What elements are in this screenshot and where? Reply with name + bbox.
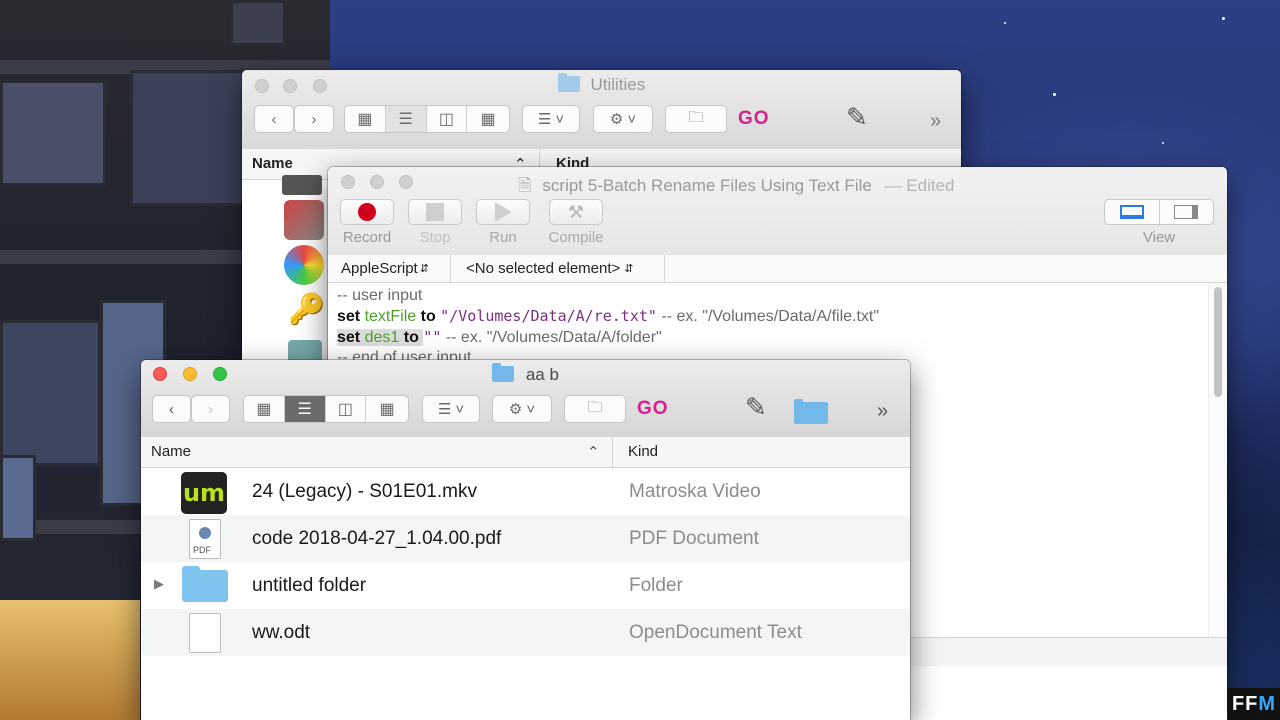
- folder-icon: [492, 363, 515, 382]
- file-kind: Folder: [629, 575, 683, 596]
- list-view-icon[interactable]: ☰: [284, 396, 326, 422]
- code-line-2: set textFile to "/Volumes/Data/A/re.txt"…: [337, 307, 880, 325]
- record-icon: [358, 203, 376, 221]
- compile-button[interactable]: ⚒: [549, 199, 603, 225]
- coverflow-view-icon[interactable]: ▦: [366, 396, 408, 422]
- column-view-icon[interactable]: ◫: [326, 396, 367, 422]
- more-toolbar-icon[interactable]: »: [930, 110, 941, 133]
- file-row[interactable]: ww.odt OpenDocument Text: [141, 609, 910, 656]
- stop-button[interactable]: [408, 199, 462, 225]
- ffm-watermark: FF M: [1228, 688, 1280, 720]
- go-button[interactable]: GO: [738, 108, 770, 130]
- vertical-scrollbar[interactable]: [1208, 283, 1227, 637]
- app-icon-2[interactable]: [284, 200, 324, 240]
- icon-view-icon[interactable]: ▦: [345, 106, 386, 132]
- file-kind: Matroska Video: [629, 481, 761, 502]
- script-editor-icon[interactable]: ✎: [846, 102, 868, 133]
- action-gear-button[interactable]: ⚙ ˅: [492, 395, 552, 423]
- file-row[interactable]: um 24 (Legacy) - S01E01.mkv Matroska Vid…: [141, 468, 910, 515]
- compile-label: Compile: [548, 229, 604, 246]
- new-folder-button[interactable]: 🗀: [665, 105, 727, 133]
- arrange-button[interactable]: ☰ ˅: [422, 395, 480, 423]
- forward-button[interactable]: ›: [191, 395, 230, 423]
- file-list[interactable]: um 24 (Legacy) - S01E01.mkv Matroska Vid…: [141, 468, 910, 720]
- window-title: Utilities: [590, 75, 646, 94]
- window-title: script 5-Batch Rename Files Using Text F…: [542, 176, 872, 195]
- sort-caret-icon: ⌃: [587, 444, 600, 461]
- navigation-bar: AppleScript ⇵ <No selected element> ⇵: [328, 255, 1227, 283]
- back-button[interactable]: ‹: [152, 395, 191, 423]
- script-document-icon: 🗎: [518, 176, 532, 195]
- name-column-header[interactable]: Name: [151, 443, 191, 460]
- play-icon: [494, 202, 512, 222]
- sidebar-view-icon[interactable]: [1160, 200, 1214, 224]
- folder-icon: [557, 73, 580, 92]
- icon-view-icon[interactable]: ▦: [244, 396, 285, 422]
- element-select-value: <No selected element>: [466, 260, 621, 277]
- select-arrows-icon: ⇵: [624, 263, 634, 275]
- go-button[interactable]: GO: [637, 398, 669, 420]
- forward-button[interactable]: ›: [294, 105, 334, 133]
- stop-icon: [426, 203, 444, 221]
- pdf-icon: PDF: [189, 519, 221, 559]
- scrollbar-thumb[interactable]: [1214, 287, 1222, 397]
- run-button[interactable]: [476, 199, 530, 225]
- language-select[interactable]: AppleScript ⇵: [328, 255, 451, 282]
- keychain-icon[interactable]: 🔑: [288, 292, 325, 327]
- um-video-icon: um: [181, 472, 227, 514]
- file-name: code 2018-04-27_1.04.00.pdf: [252, 528, 502, 549]
- document-icon: [189, 613, 221, 653]
- folder-icon: [182, 566, 228, 602]
- file-name: ww.odt: [252, 622, 311, 643]
- column-view-icon[interactable]: ◫: [427, 106, 468, 132]
- select-arrows-icon: ⇵: [419, 263, 429, 275]
- file-kind: PDF Document: [629, 528, 759, 549]
- code-line-3: set des1 to "" -- ex. "/Volumes/Data/A/f…: [337, 328, 662, 346]
- code-line-1: -- user input: [337, 287, 423, 304]
- element-select[interactable]: <No selected element> ⇵: [452, 255, 665, 282]
- view-mode-segment[interactable]: ▦ ☰ ◫ ▦: [243, 395, 409, 423]
- view-toggle-segment[interactable]: [1104, 199, 1214, 225]
- zoom-button[interactable]: [399, 175, 413, 189]
- close-button[interactable]: [341, 175, 355, 189]
- file-name: untitled folder: [252, 575, 367, 596]
- run-label: Run: [489, 229, 517, 246]
- file-row[interactable]: ▶ untitled folder Folder: [141, 562, 910, 609]
- back-button[interactable]: ‹: [254, 105, 294, 133]
- app-icon-3[interactable]: [284, 245, 324, 285]
- file-row[interactable]: PDF code 2018-04-27_1.04.00.pdf PDF Docu…: [141, 515, 910, 562]
- file-kind: OpenDocument Text: [629, 622, 802, 643]
- list-view-icon[interactable]: ☰: [385, 106, 427, 132]
- aa-b-finder-window[interactable]: aa b ‹ › ▦ ☰ ◫ ▦ ☰ ˅ ⚙ ˅ 🗀 GO ✎ » Name ⌃…: [141, 360, 910, 720]
- new-folder-button[interactable]: 🗀: [564, 395, 626, 423]
- more-toolbar-icon[interactable]: »: [877, 400, 888, 423]
- name-column-header[interactable]: Name: [252, 155, 293, 172]
- hammer-icon: ⚒: [567, 201, 585, 222]
- kind-column-header[interactable]: Kind: [628, 443, 658, 460]
- toolbar-folder-icon[interactable]: [794, 399, 828, 429]
- action-gear-button[interactable]: ⚙ ˅: [593, 105, 653, 133]
- coverflow-view-icon[interactable]: ▦: [467, 106, 509, 132]
- script-editor-icon[interactable]: ✎: [745, 392, 767, 423]
- language-select-value: AppleScript: [341, 260, 418, 277]
- edited-indicator: — Edited: [884, 176, 955, 195]
- app-icon-1[interactable]: [282, 175, 322, 195]
- file-name: 24 (Legacy) - S01E01.mkv: [252, 481, 477, 502]
- view-mode-segment[interactable]: ▦ ☰ ◫ ▦: [344, 105, 510, 133]
- view-label: View: [1142, 229, 1176, 246]
- window-title: aa b: [525, 365, 559, 384]
- description-view-icon[interactable]: [1105, 200, 1160, 224]
- record-button[interactable]: [340, 199, 394, 225]
- minimize-button[interactable]: [370, 175, 384, 189]
- arrange-button[interactable]: ☰ ˅: [522, 105, 580, 133]
- disclosure-triangle-icon[interactable]: ▶: [154, 576, 164, 592]
